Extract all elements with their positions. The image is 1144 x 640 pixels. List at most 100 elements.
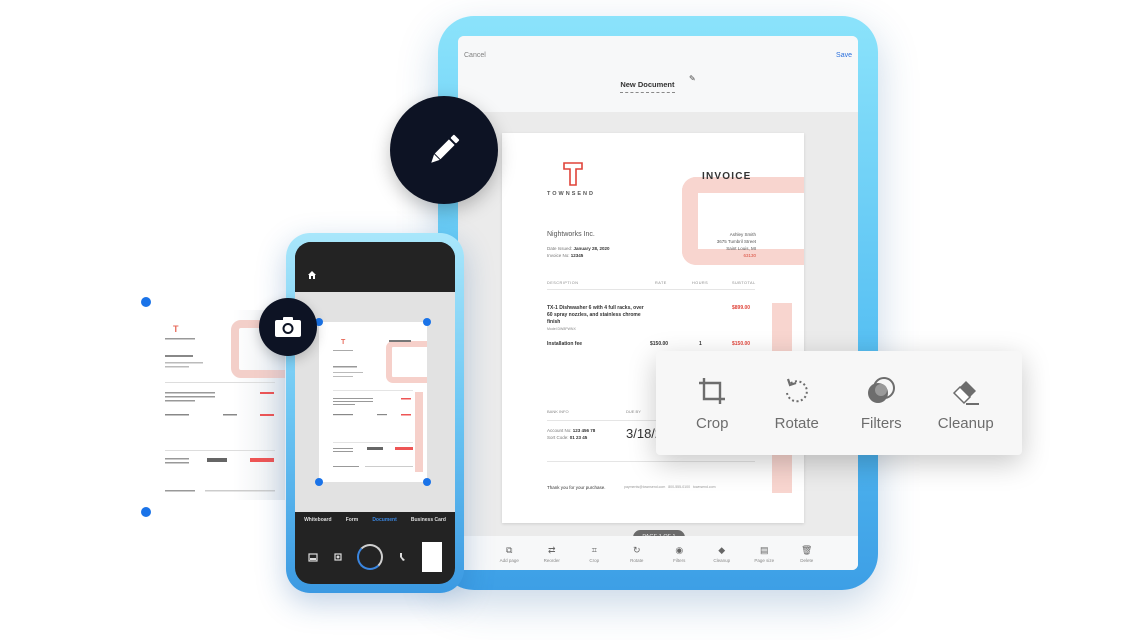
toolbar-filters[interactable]: ◉ Filters (661, 544, 697, 563)
crop-handle-top-right[interactable] (423, 318, 431, 326)
table-header: DESCRIPTION RATE HOURS SUBTOTAL (547, 281, 755, 290)
date-issued-label: Date Issued: (547, 246, 573, 251)
bill-to-line: 3675 Tumbril Street (716, 239, 756, 244)
tool-label: Page size (754, 557, 775, 563)
toolbar-rotate[interactable]: ↻ Rotate (619, 544, 655, 563)
mode-business-card[interactable]: Business Card (411, 517, 446, 523)
camera-badge (259, 298, 317, 356)
toolbar-cleanup[interactable]: ◆ Cleanup (704, 544, 740, 563)
document-header: Cancel Save New Document ✎ (458, 36, 858, 112)
invoice-no-label: Invoice No: (547, 253, 570, 258)
footer-thanks: Thank you for your purchase. (547, 485, 606, 490)
footer-phone: 800-555-0100 (668, 485, 691, 489)
bank-details: Account No: 123 456 78 Sort Code: 01 23 … (547, 427, 595, 441)
auto-capture-icon[interactable] (333, 552, 343, 562)
toolbar-delete[interactable]: 🗑 Delete (789, 544, 825, 563)
edit-toolbar: ⧉ Add page ⇄ Reorder ⌗ Crop ↻ Rotate ◉ Filter… (458, 536, 858, 570)
capture-mode-selector: Whiteboard Form Document Business Card (295, 517, 455, 523)
phone-top-bar (295, 242, 455, 292)
footer-contact: payments@townsend.com 800-555-0100 towns… (624, 485, 716, 489)
column-header: SUBTOTAL (732, 281, 756, 285)
captured-document: T (319, 322, 427, 482)
reorder-icon: ⇄ (547, 544, 556, 555)
bank-info-label: BANK INFO (547, 409, 569, 414)
eraser-icon (952, 380, 979, 405)
bill-to-line: Ashley Smith (729, 232, 756, 237)
footer-email: payments@townsend.com (624, 485, 666, 489)
mode-whiteboard[interactable]: Whiteboard (304, 517, 332, 523)
svg-text:T: T (173, 324, 179, 334)
thumbnail[interactable] (421, 542, 442, 572)
bill-to: Ashley Smith 3675 Tumbril Street Saint L… (717, 231, 756, 259)
column-header: RATE (655, 281, 667, 285)
bill-to-line: Saint Louis, MI (726, 246, 756, 251)
mode-form[interactable]: Form (346, 517, 359, 523)
due-by-label: DUE BY (626, 409, 641, 414)
toolbar-reorder[interactable]: ⇄ Reorder (534, 544, 570, 563)
item-description: Installation fee (547, 341, 583, 347)
shutter-button[interactable] (356, 544, 383, 570)
tool-label: Delete (800, 557, 814, 563)
rotate-label: Rotate (774, 414, 819, 432)
townsend-logo-icon (563, 162, 583, 186)
selection-handle-top[interactable] (141, 297, 151, 307)
company-name: Nightworks Inc. (547, 231, 595, 238)
flash-icon[interactable] (397, 552, 407, 562)
tablet-device: Cancel Save New Document ✎ TOWNSEND INVO… (438, 16, 878, 590)
phone-device: T Whiteboard Form Document Business Card (286, 233, 464, 593)
bill-to-line: 63130 (743, 253, 756, 258)
cleanup-icon: ◆ (718, 544, 726, 555)
crop-tool[interactable]: Crop (672, 375, 752, 432)
filters-label: Filters (860, 414, 902, 432)
item-rate: $150.00 (650, 341, 669, 347)
table-row: Installation fee $150.00 1 $150.00 (547, 341, 755, 347)
item-model: Model DW8PWNX (547, 327, 576, 331)
selection-handle-bottom[interactable] (141, 507, 151, 517)
account-no-label: Account No: (547, 428, 572, 433)
brand-name: TOWNSEND (547, 191, 595, 197)
edit-tools-card: Crop Rotate Filters Cleanup (656, 351, 1022, 455)
home-icon[interactable] (307, 270, 317, 280)
add-page-icon: ⧉ (506, 544, 513, 555)
document-title[interactable]: New Document (620, 80, 675, 93)
crop-label: Crop (695, 414, 729, 432)
pencil-icon[interactable]: ✎ (689, 74, 696, 83)
mini-invoice-art: T (333, 339, 427, 472)
filters-tool[interactable]: Filters (841, 375, 921, 432)
camera-controls (295, 532, 455, 582)
item-description: TX-1 Dishwasher 6 with 4 full racks, ove… (547, 305, 644, 325)
edit-badge (390, 96, 498, 204)
tool-label: Reorder (543, 557, 560, 563)
filters-icon: ◉ (675, 544, 684, 555)
invoice-meta: Date Issued: January 28, 2020 Invoice No… (547, 245, 610, 259)
item-subtotal: $150.00 (732, 341, 751, 347)
table-row: TX-1 Dishwasher 6 with 4 full racks, ove… (547, 305, 755, 333)
toolbar-page-size[interactable]: ▤ Page size (746, 544, 782, 563)
gallery-icon[interactable] (308, 552, 318, 562)
date-issued-value: January 28, 2020 (573, 246, 610, 251)
tool-label: Add page (499, 557, 519, 563)
cancel-button[interactable]: Cancel (464, 52, 486, 59)
cleanup-tool[interactable]: Cleanup (926, 375, 1006, 432)
rotate-tool[interactable]: Rotate (757, 375, 837, 432)
rotate-icon: ↻ (632, 544, 641, 555)
account-no-value: 123 456 78 (572, 428, 596, 433)
filters-icon (868, 376, 896, 403)
mode-document[interactable]: Document (372, 517, 396, 523)
crop-handle-bottom-left[interactable] (315, 478, 323, 486)
crop-icon (699, 377, 726, 404)
toolbar-add-page[interactable]: ⧉ Add page (491, 544, 527, 563)
cleanup-label: Cleanup (937, 414, 994, 432)
rotate-icon (785, 378, 808, 402)
crop-handle-bottom-right[interactable] (423, 478, 431, 486)
phone-screen: T Whiteboard Form Document Business Card (295, 242, 455, 584)
tool-label: Filters (673, 557, 686, 563)
sort-code-label: Sort Code: (547, 435, 569, 440)
tool-label: Rotate (630, 557, 644, 563)
toolbar-crop[interactable]: ⌗ Crop (576, 544, 612, 563)
tool-label: Crop (589, 557, 600, 563)
column-header: HOURS (692, 281, 709, 285)
sort-code-value: 01 23 45 (569, 435, 588, 440)
save-button[interactable]: Save (836, 52, 852, 59)
tablet-screen: Cancel Save New Document ✎ TOWNSEND INVO… (458, 36, 858, 570)
